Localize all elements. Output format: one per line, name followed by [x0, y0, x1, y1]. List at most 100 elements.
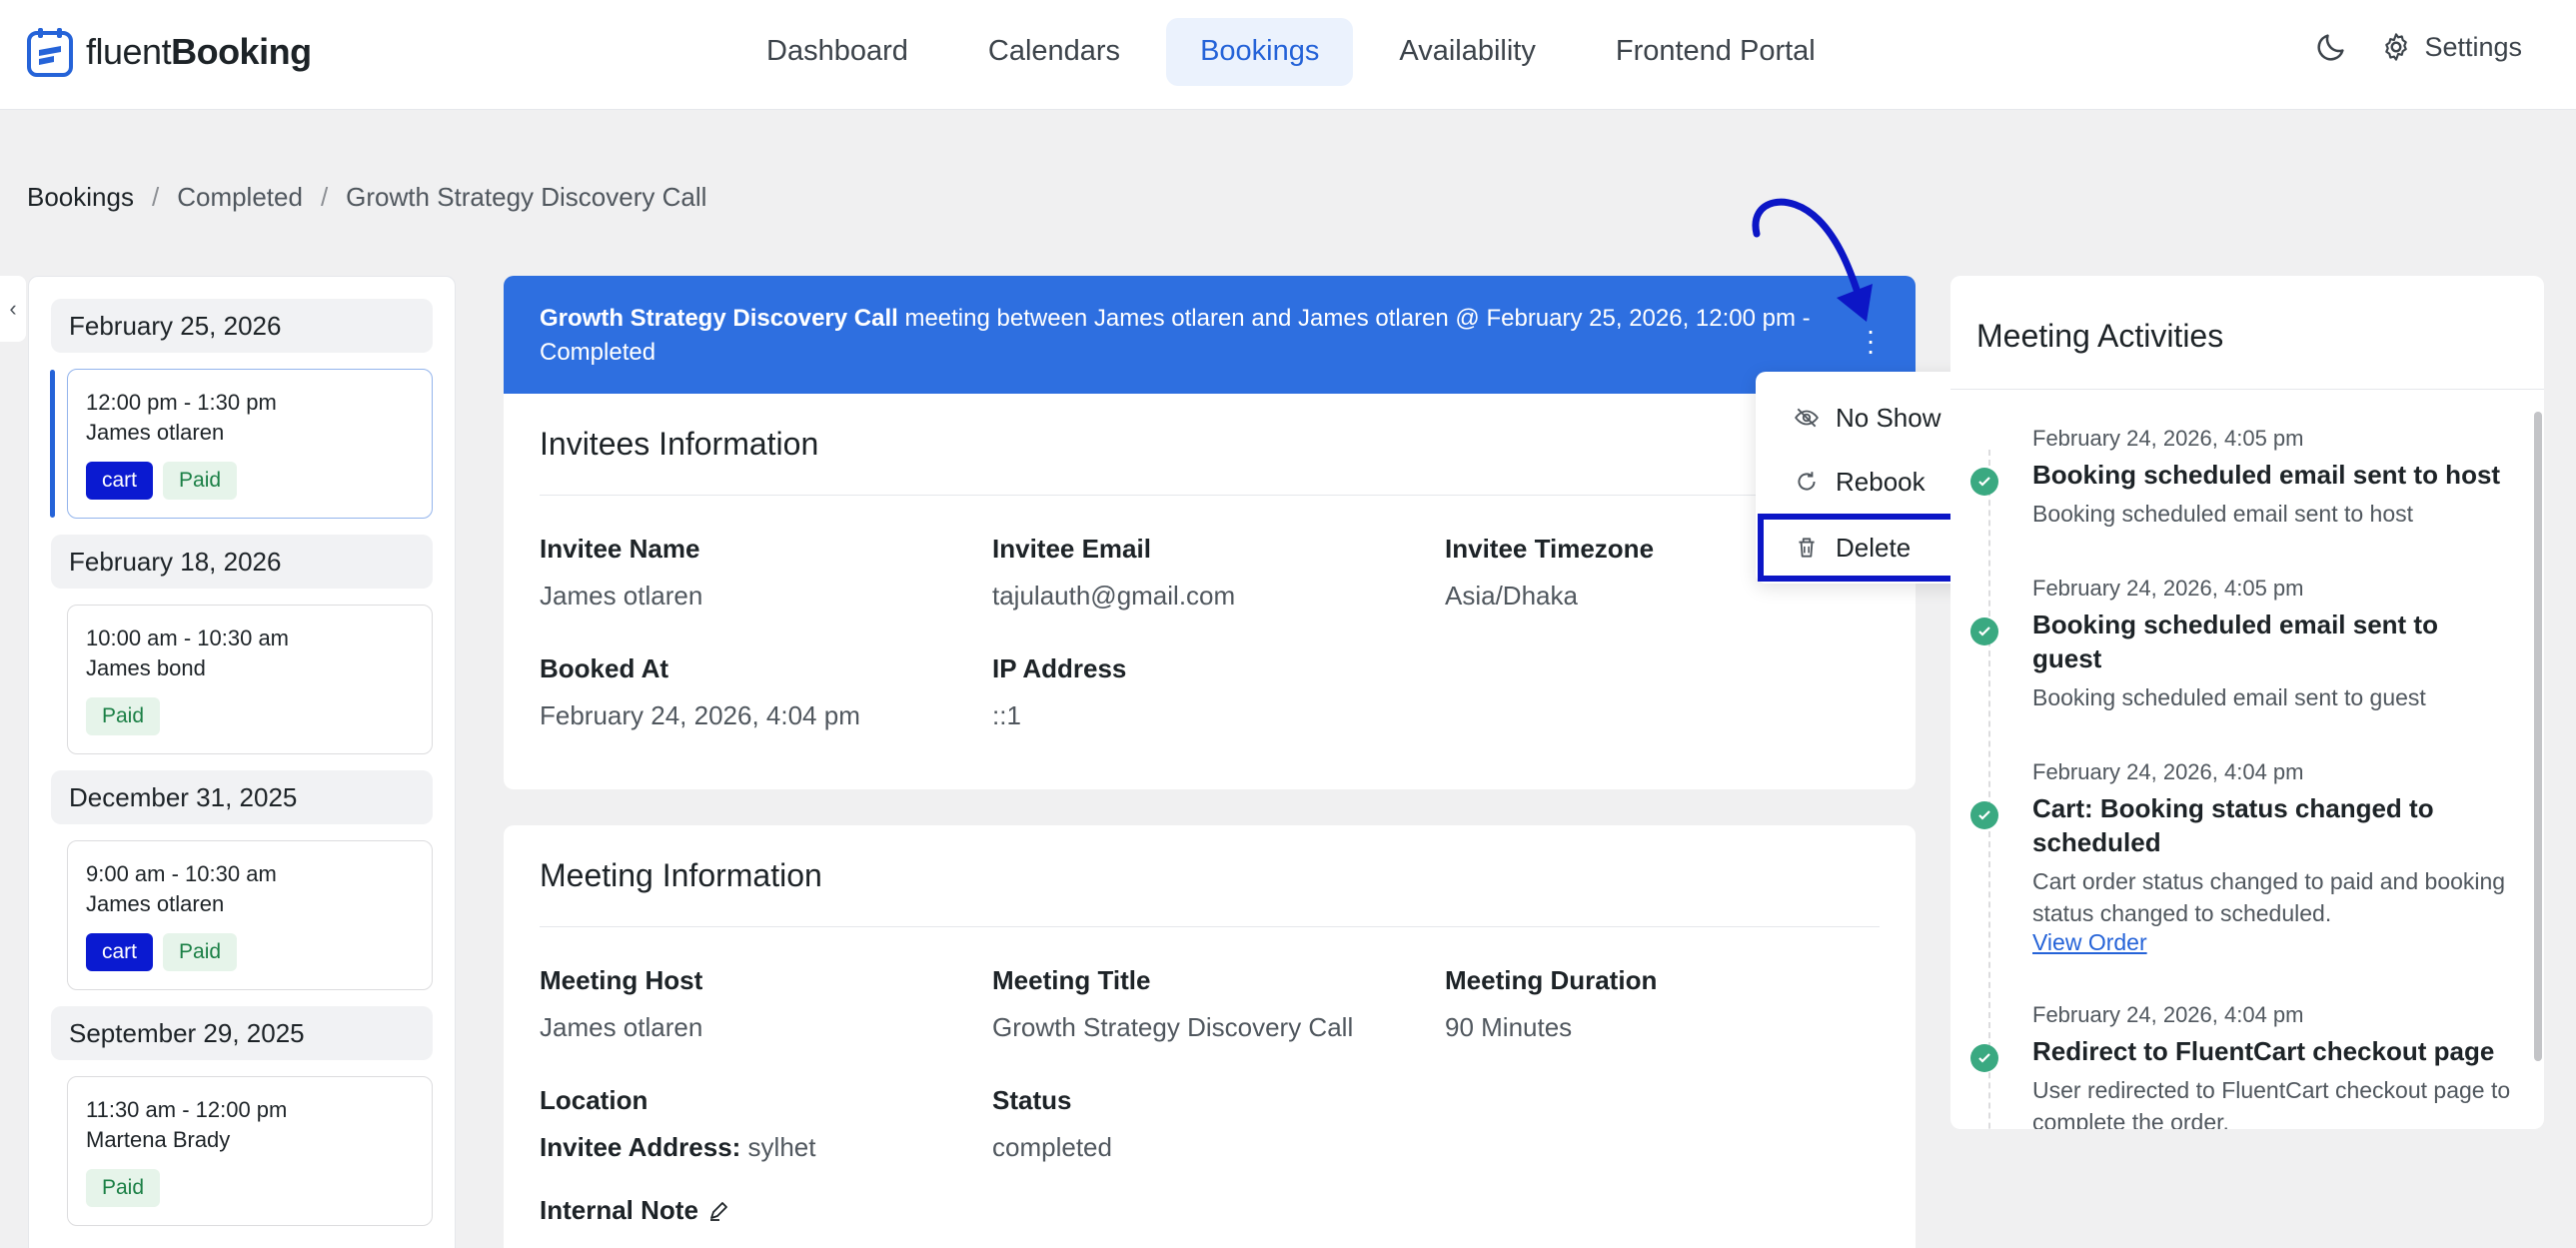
no-show-label: No Show: [1836, 402, 1941, 433]
field-label: Booked At: [540, 653, 669, 683]
activity-time: February 24, 2026, 4:04 pm: [2032, 1002, 2304, 1027]
booking-card[interactable]: 11:30 am - 12:00 pm Martena Brady Paid: [67, 1076, 433, 1226]
logo-text: fluentBooking: [86, 31, 312, 72]
meeting-host-field: Meeting Host James otlaren: [540, 965, 992, 1043]
breadcrumb: Bookings / Completed / Growth Strategy D…: [27, 182, 706, 213]
main-nav: Dashboard Calendars Bookings Availabilit…: [732, 18, 1850, 86]
booking-date-group: February 25, 2026 12:00 pm - 1:30 pm Jam…: [50, 299, 433, 519]
paid-badge: Paid: [163, 933, 238, 971]
field-value: Growth Strategy Discovery Call: [992, 1012, 1354, 1042]
activity-description: User redirected to FluentCart checkout p…: [2032, 1077, 2511, 1129]
annotation-arrow-icon: [1752, 198, 1873, 322]
booking-time: 11:30 am - 12:00 pm: [86, 1097, 288, 1122]
check-circle-icon: [1970, 801, 1998, 829]
bookings-list-panel: February 25, 2026 12:00 pm - 1:30 pm Jam…: [28, 276, 456, 1248]
booking-date-header: February 18, 2026: [51, 535, 433, 589]
paid-badge: Paid: [86, 1169, 161, 1207]
nav-dashboard[interactable]: Dashboard: [732, 18, 942, 86]
nav-calendars[interactable]: Calendars: [954, 18, 1154, 86]
activity-time: February 24, 2026, 4:04 pm: [2032, 759, 2304, 784]
check-circle-icon: [1970, 1044, 1998, 1072]
activities-scrollbar[interactable]: [2534, 412, 2542, 1061]
activity-title: Redirect to FluentCart checkout page: [2032, 1036, 2495, 1066]
activity-description: Booking scheduled email sent to host: [2032, 501, 2414, 527]
field-value: February 24, 2026, 4:04 pm: [540, 700, 860, 730]
nav-frontend-portal[interactable]: Frontend Portal: [1582, 18, 1850, 86]
invitees-information-card: Invitees Information Invitee Name James …: [504, 394, 1916, 789]
location-field: Location Invitee Address: sylhet: [540, 1085, 992, 1163]
booking-time: 12:00 pm - 1:30 pm: [86, 390, 277, 415]
booking-time: 10:00 am - 10:30 am: [86, 625, 290, 650]
field-label: Invitee Name: [540, 534, 700, 564]
chevron-left-icon: ‹: [9, 296, 17, 321]
activity-description: Cart order status changed to paid and bo…: [2032, 868, 2506, 926]
cart-badge: cart: [86, 933, 154, 971]
booking-time: 9:00 am - 10:30 am: [86, 861, 277, 886]
invitee-email-field: Invitee Email tajulauth@gmail.com: [992, 534, 1445, 612]
more-options-kebab-icon[interactable]: · · ·: [1866, 317, 1876, 365]
activity-title: Booking scheduled email sent to host: [2032, 460, 2501, 490]
booking-card[interactable]: 10:00 am - 10:30 am James bond Paid: [67, 605, 433, 754]
booking-summary-banner: Growth Strategy Discovery Call meeting b…: [504, 276, 1916, 394]
booking-guest-name: James otlaren: [86, 891, 225, 916]
activities-title: Meeting Activities: [1950, 276, 2544, 390]
activity-description: Booking scheduled email sent to guest: [2032, 684, 2426, 710]
nav-availability[interactable]: Availability: [1365, 18, 1569, 86]
collapse-sidebar-button[interactable]: ‹: [0, 276, 26, 342]
check-circle-icon: [1970, 468, 1998, 496]
field-value: completed: [992, 1132, 1112, 1162]
activity-item: February 24, 2026, 4:04 pm Redirect to F…: [1970, 1002, 2514, 1129]
booking-date-group: February 18, 2026 10:00 am - 10:30 am Ja…: [51, 535, 433, 754]
field-value: James otlaren: [540, 1012, 703, 1042]
app-logo[interactable]: fluentBooking: [26, 26, 312, 78]
banner-meeting-title: Growth Strategy Discovery Call: [540, 305, 898, 332]
ip-address-field: IP Address ::1: [992, 653, 1445, 731]
booking-date-header: December 31, 2025: [51, 770, 433, 824]
activity-title: Booking scheduled email sent to guest: [2032, 610, 2438, 673]
activity-time: February 24, 2026, 4:05 pm: [2032, 576, 2304, 601]
field-label: Meeting Title: [992, 965, 1151, 995]
booking-date-header: February 25, 2026: [51, 299, 433, 353]
field-label: Status: [992, 1085, 1072, 1115]
field-value: Asia/Dhaka: [1445, 581, 1578, 611]
activity-time: February 24, 2026, 4:05 pm: [2032, 426, 2304, 451]
view-order-link[interactable]: View Order: [2032, 929, 2514, 956]
field-label: Location: [540, 1085, 648, 1115]
meeting-title-field: Meeting Title Growth Strategy Discovery …: [992, 965, 1445, 1043]
refresh-icon: [1798, 472, 1816, 491]
meeting-information-card: Meeting Information Meeting Host James o…: [504, 825, 1916, 1248]
activity-item: February 24, 2026, 4:05 pm Booking sched…: [1970, 426, 2514, 530]
check-circle-icon: [1970, 618, 1998, 645]
trash-icon: [1799, 538, 1815, 558]
booked-at-field: Booked At February 24, 2026, 4:04 pm: [540, 653, 992, 731]
field-value: Invitee Address: sylhet: [540, 1132, 816, 1162]
booking-card-selected[interactable]: 12:00 pm - 1:30 pm James otlaren cart Pa…: [50, 369, 433, 519]
eye-off-icon: [1795, 408, 1819, 428]
no-show-menu-item[interactable]: No Show: [1768, 386, 1979, 450]
top-navigation-bar: fluentBooking Dashboard Calendars Bookin…: [0, 0, 2576, 110]
breadcrumb-separator: /: [320, 182, 329, 212]
activity-item: February 24, 2026, 4:04 pm Cart: Booking…: [1970, 759, 2514, 956]
edit-pencil-icon[interactable]: [706, 1199, 730, 1223]
activity-item: February 24, 2026, 4:05 pm Booking sched…: [1970, 576, 2514, 713]
booking-guest-name: Martena Brady: [86, 1127, 231, 1152]
timeline-line: [1988, 450, 1990, 1129]
breadcrumb-bookings[interactable]: Bookings: [27, 182, 134, 213]
breadcrumb-completed[interactable]: Completed: [177, 182, 303, 213]
breadcrumb-separator: /: [151, 182, 160, 212]
gear-icon: [2385, 33, 2408, 61]
settings-button[interactable]: Settings: [2380, 31, 2522, 63]
meeting-activities-panel: Meeting Activities February 24, 2026, 4:…: [1950, 276, 2544, 1129]
booking-card[interactable]: 9:00 am - 10:30 am James otlaren cart Pa…: [67, 840, 433, 990]
meeting-duration-field: Meeting Duration 90 Minutes: [1445, 965, 1865, 1043]
dark-mode-moon-icon[interactable]: [2314, 30, 2348, 64]
settings-label: Settings: [2424, 31, 2522, 62]
booking-guest-name: James otlaren: [86, 420, 225, 445]
nav-bookings[interactable]: Bookings: [1166, 18, 1354, 86]
cart-badge: cart: [86, 462, 154, 500]
rebook-menu-item[interactable]: Rebook: [1768, 450, 1979, 514]
top-right-actions: Settings: [2314, 30, 2522, 64]
booking-guest-name: James bond: [86, 655, 206, 680]
field-label: Meeting Host: [540, 965, 703, 995]
status-field: Status completed: [992, 1085, 1445, 1163]
